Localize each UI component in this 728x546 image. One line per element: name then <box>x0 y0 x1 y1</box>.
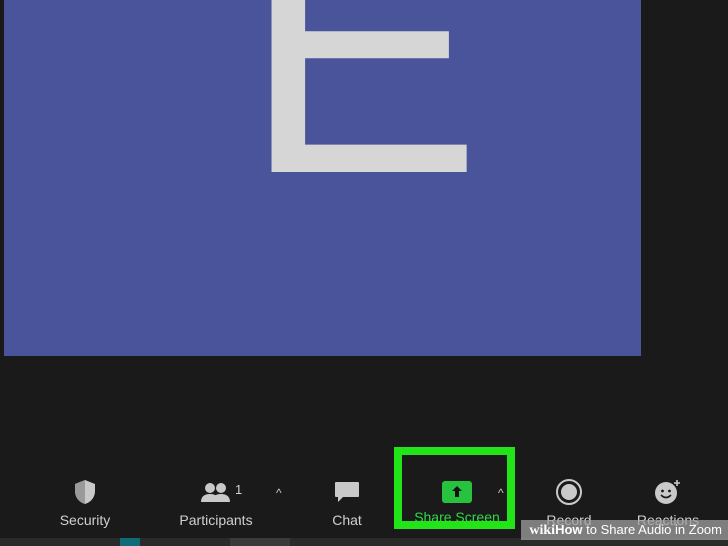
chat-bubble-icon <box>335 482 359 502</box>
record-circle-icon <box>556 479 582 505</box>
participants-icon <box>201 483 230 502</box>
taskbar-app-icon <box>120 538 140 546</box>
security-label: Security <box>59 512 111 528</box>
wikihow-watermark: wikiHow to Share Audio in Zoom <box>521 520 728 540</box>
watermark-wiki: wiki <box>529 523 556 538</box>
share-screen-button[interactable]: Share Screen <box>408 478 506 525</box>
participant-initial: E <box>242 0 483 249</box>
participants-button[interactable]: Participants <box>172 478 260 528</box>
share-screen-options-caret[interactable]: ^ <box>498 486 504 500</box>
watermark-how: How <box>555 522 583 537</box>
taskbar-app-icon <box>230 538 290 546</box>
participants-options-caret[interactable]: ^ <box>276 486 282 500</box>
security-button[interactable]: Security <box>50 478 120 528</box>
share-screen-label: Share Screen <box>414 509 500 525</box>
watermark-title: to Share Audio in Zoom <box>582 522 722 537</box>
chat-label: Chat <box>332 512 362 528</box>
participants-count-badge: 1 <box>235 482 243 497</box>
participant-video-tile: E <box>4 0 641 356</box>
chat-button[interactable]: Chat <box>320 478 374 528</box>
smiley-plus-icon <box>655 480 680 504</box>
zoom-meeting-window: E Security Participants 1 ^ Chat Share S… <box>0 0 728 546</box>
share-screen-arrow-icon <box>442 481 472 503</box>
participants-label: Participants <box>179 512 253 528</box>
shield-icon <box>75 480 95 504</box>
